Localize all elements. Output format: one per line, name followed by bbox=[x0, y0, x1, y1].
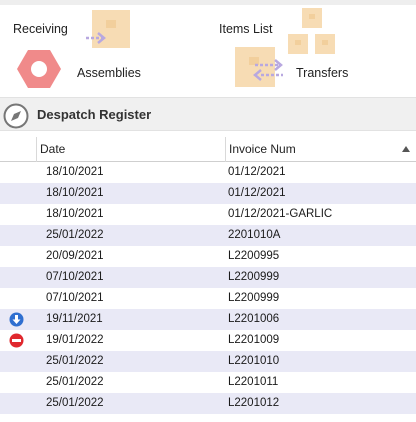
table-row[interactable]: 07/10/2021 L2200999 bbox=[0, 288, 416, 309]
assemblies-label[interactable]: Assemblies bbox=[77, 66, 141, 80]
assemblies-icon[interactable] bbox=[16, 48, 62, 90]
date-cell: 18/10/2021 bbox=[46, 208, 104, 220]
table-row[interactable]: 25/01/2022 L2201010 bbox=[0, 351, 416, 372]
date-cell: 18/10/2021 bbox=[46, 187, 104, 199]
despatch-register-header: Despatch Register bbox=[0, 97, 416, 131]
invoice-cell: L2201010 bbox=[228, 355, 280, 367]
date-cell: 25/01/2022 bbox=[46, 355, 104, 367]
table-row[interactable]: 20/09/2021 L2200995 bbox=[0, 246, 416, 267]
items-list-icon[interactable] bbox=[286, 6, 338, 56]
header-invoice-num-label: Invoice Num bbox=[229, 142, 296, 156]
no-entry-icon bbox=[9, 333, 24, 348]
table-row[interactable]: 19/11/2021 L2201006 bbox=[0, 309, 416, 330]
table-row[interactable]: 25/01/2022 L2201011 bbox=[0, 372, 416, 393]
table-row[interactable]: 18/10/2021 01/12/2021-GARLIC bbox=[0, 204, 416, 225]
header-date[interactable]: Date bbox=[36, 137, 225, 162]
invoice-cell: L2201006 bbox=[228, 313, 280, 325]
date-cell: 25/01/2022 bbox=[46, 376, 104, 388]
invoice-cell: 01/12/2021 bbox=[228, 166, 286, 178]
grid-header: Date Invoice Num bbox=[0, 137, 416, 162]
invoice-cell: L2201009 bbox=[228, 334, 280, 346]
despatch-grid: Date Invoice Num 18/10/2021 01/12/2021 18/… bbox=[0, 137, 416, 414]
date-cell: 19/11/2021 bbox=[46, 313, 103, 325]
sort-ascending-icon bbox=[402, 146, 410, 152]
invoice-cell: L2200999 bbox=[228, 271, 280, 283]
table-row[interactable]: 18/10/2021 01/12/2021 bbox=[0, 162, 416, 183]
date-cell: 07/10/2021 bbox=[46, 292, 104, 304]
date-cell: 19/01/2022 bbox=[46, 334, 104, 346]
invoice-cell: L2201012 bbox=[228, 397, 280, 409]
invoice-cell: L2200995 bbox=[228, 250, 280, 262]
date-cell: 20/09/2021 bbox=[46, 250, 104, 262]
invoice-cell: L2200999 bbox=[228, 292, 280, 304]
invoice-cell: 2201010A bbox=[228, 229, 281, 241]
items-list-label[interactable]: Items List bbox=[219, 22, 273, 36]
grid-body: 18/10/2021 01/12/2021 18/10/2021 01/12/2021… bbox=[0, 162, 416, 414]
transfers-label[interactable]: Transfers bbox=[296, 66, 348, 80]
table-row[interactable]: 19/01/2022 L2201009 bbox=[0, 330, 416, 351]
receiving-icon[interactable] bbox=[84, 8, 132, 50]
table-row[interactable]: 18/10/2021 01/12/2021 bbox=[0, 183, 416, 204]
table-row[interactable]: 25/01/2022 2201010A bbox=[0, 225, 416, 246]
date-cell: 25/01/2022 bbox=[46, 397, 104, 409]
receiving-label[interactable]: Receiving bbox=[13, 22, 68, 36]
date-cell: 18/10/2021 bbox=[46, 166, 104, 178]
invoice-cell: 01/12/2021 bbox=[228, 187, 286, 199]
date-cell: 07/10/2021 bbox=[46, 271, 104, 283]
header-invoice-num[interactable]: Invoice Num bbox=[225, 137, 416, 162]
compass-icon bbox=[3, 103, 29, 129]
date-cell: 25/01/2022 bbox=[46, 229, 104, 241]
download-arrow-icon bbox=[9, 312, 24, 327]
transfers-icon[interactable] bbox=[233, 45, 285, 87]
invoice-cell: 01/12/2021-GARLIC bbox=[228, 208, 333, 220]
table-row[interactable]: 25/01/2022 L2201012 bbox=[0, 393, 416, 414]
header-icon-column bbox=[0, 137, 36, 162]
top-strip bbox=[0, 0, 416, 5]
invoice-cell: L2201011 bbox=[228, 376, 279, 388]
table-row[interactable]: 07/10/2021 L2200999 bbox=[0, 267, 416, 288]
section-title: Despatch Register bbox=[37, 107, 152, 122]
